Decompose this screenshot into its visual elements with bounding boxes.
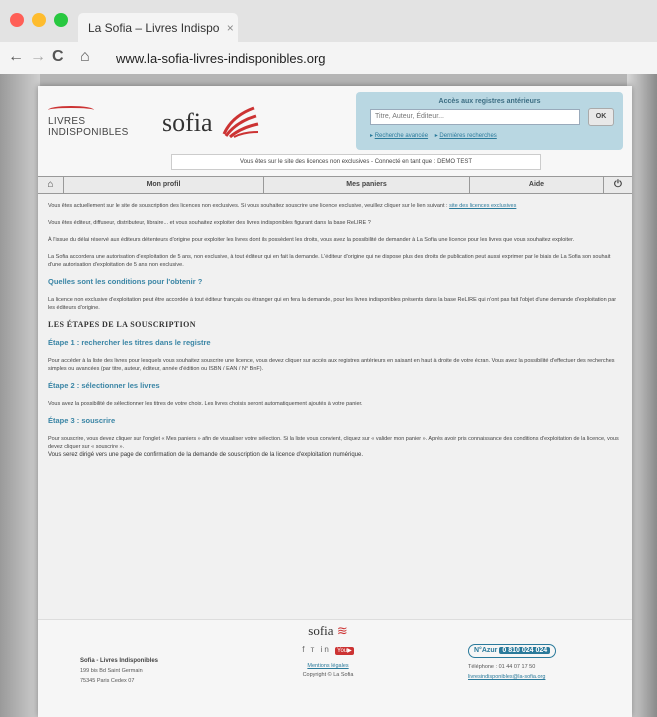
search-links: ▸ Recherche avancée ▸ Dernières recherch… (370, 133, 497, 139)
registry-search-panel: Accès aux registres antérieurs Titre, Au… (356, 92, 623, 150)
sofia-flame-icon (222, 106, 259, 138)
paragraph-4: La Sofia accordera une autorisation d'ex… (48, 254, 611, 268)
paragraph-8b: Vous serez dirigé vers une page de confi… (48, 452, 364, 458)
paragraph-2: Vous êtes éditeur, diffuseur, distribute… (48, 220, 371, 226)
minimize-window-icon[interactable] (32, 13, 46, 27)
conditions-heading: Quelles sont les conditions pour l'obten… (48, 277, 203, 286)
paragraph-5: La licence non exclusive d'exploitation … (48, 297, 617, 311)
search-ok-button[interactable]: OK (588, 108, 614, 126)
footer-flame-icon: ≋ (336, 623, 348, 638)
main-menu: ⌂ Mon profil Mes paniers Aide ⏻ (38, 176, 632, 194)
main-content: Vous êtes actuellement sur le site de so… (38, 194, 632, 476)
browser-window: La Sofia – Livres Indispo × ← → C ⌂ www.… (0, 0, 657, 717)
livres-indisponibles-logo[interactable]: LIVRES INDISPONIBLES (48, 106, 129, 138)
menu-item-profile[interactable]: Mon profil (64, 177, 264, 193)
reload-icon[interactable]: C (52, 48, 64, 66)
azur-number-badge[interactable]: N°Azur 0 810 024 024 (468, 644, 557, 658)
maximize-window-icon[interactable] (54, 13, 68, 27)
close-window-icon[interactable] (10, 13, 24, 27)
web-viewport: LIVRES INDISPONIBLES sofia Accès aux reg… (0, 74, 657, 717)
menu-home-icon[interactable]: ⌂ (38, 177, 64, 193)
step-2-heading: Étape 2 : sélectionner les livres (48, 381, 160, 390)
facebook-icon[interactable]: f (302, 645, 306, 654)
footer-org-name: Sofia - Livres Indisponibles (80, 658, 159, 664)
site-footer: Sofia - Livres Indisponibles 199 bis Bd … (38, 619, 632, 717)
background-left (0, 74, 40, 717)
swoosh-icon (48, 106, 94, 114)
home-icon[interactable]: ⌂ (80, 48, 90, 66)
web-page: LIVRES INDISPONIBLES sofia Accès aux reg… (38, 86, 632, 717)
site-header: LIVRES INDISPONIBLES sofia Accès aux reg… (38, 86, 632, 176)
footer-contact: N°Azur 0 810 024 024 Téléphone : 01 44 0… (468, 644, 557, 682)
step-1-heading: Étape 1 : rechercher les titres dans le … (48, 338, 211, 347)
footer-phone: Téléphone : 01 44 07 17 50 (468, 664, 536, 670)
logo-text-indisponibles: INDISPONIBLES (48, 127, 129, 138)
login-notice: Vous êtes sur le site des licences non e… (171, 154, 541, 170)
url-field[interactable]: www.la-sofia-livres-indisponibles.org (116, 51, 326, 66)
footer-sofia-logo[interactable]: sofia ≋ (278, 623, 378, 638)
menu-power-icon[interactable]: ⏻ (604, 177, 632, 193)
paragraph-7: Vous avez la possibilité de sélectionner… (48, 401, 363, 407)
paragraph-6: Pour accéder à la liste des livres pour … (48, 358, 615, 372)
footer-address: Sofia - Livres Indisponibles 199 bis Bd … (80, 656, 158, 686)
step-3-heading: Étape 3 : souscrire (48, 416, 116, 425)
azur-label: N°Azur (474, 647, 498, 654)
intro-text: Vous êtes actuellement sur le site de so… (48, 203, 448, 209)
address-bar: ← → C ⌂ www.la-sofia-livres-indisponible… (0, 42, 657, 74)
footer-center: sofia ≋ f ᴛ in You▶ Mentions légales Cop… (278, 623, 378, 680)
forward-icon[interactable]: → (30, 48, 46, 66)
exclusive-licence-link[interactable]: site des licences exclusives (449, 203, 516, 209)
paragraph-8a: Pour souscrire, vous devez cliquer sur l… (48, 436, 619, 450)
footer-email-link[interactable]: livresindisponibles@la-sofia.org (468, 672, 556, 682)
browser-tab[interactable]: La Sofia – Livres Indispo × (78, 13, 238, 42)
steps-heading: LES ÉTAPES DE LA SOUSCRIPTION (48, 320, 196, 329)
back-icon[interactable]: ← (8, 48, 24, 66)
linkedin-icon[interactable]: in (321, 645, 331, 654)
menu-item-help[interactable]: Aide (470, 177, 604, 193)
logo-text-livres: LIVRES (48, 116, 86, 127)
intro-paragraph: Vous êtes actuellement sur le site de so… (48, 202, 622, 210)
footer-address-line-1: 199 bis Bd Saint Germain (80, 668, 143, 674)
footer-sofia-text: sofia (308, 623, 334, 638)
social-links: f ᴛ in You▶ (278, 645, 378, 656)
twitter-icon[interactable]: ᴛ (311, 645, 317, 654)
copyright: Copyright © La Sofia (302, 672, 354, 678)
search-title: Accès aux registres antérieurs (438, 98, 541, 105)
advanced-search-link[interactable]: Recherche avancée (375, 133, 428, 139)
footer-address-line-2: 75345 Paris Cedex 07 (80, 678, 135, 684)
sofia-logo[interactable]: sofia (162, 108, 213, 138)
last-searches-link[interactable]: Dernières recherches (439, 133, 496, 139)
azur-number: 0 810 024 024 (499, 647, 551, 654)
menu-item-cart[interactable]: Mes paniers (264, 177, 470, 193)
youtube-icon[interactable]: You▶ (335, 647, 354, 655)
paragraph-3: À l'issue du délai réservé aux éditeurs … (48, 237, 575, 243)
tab-close-icon[interactable]: × (227, 21, 234, 35)
legal-notice-link[interactable]: Mentions légales (278, 662, 378, 671)
search-input[interactable]: Titre, Auteur, Éditeur... (370, 109, 580, 125)
tab-title: La Sofia – Livres Indispo (88, 21, 220, 35)
title-bar: La Sofia – Livres Indispo × (0, 0, 657, 42)
